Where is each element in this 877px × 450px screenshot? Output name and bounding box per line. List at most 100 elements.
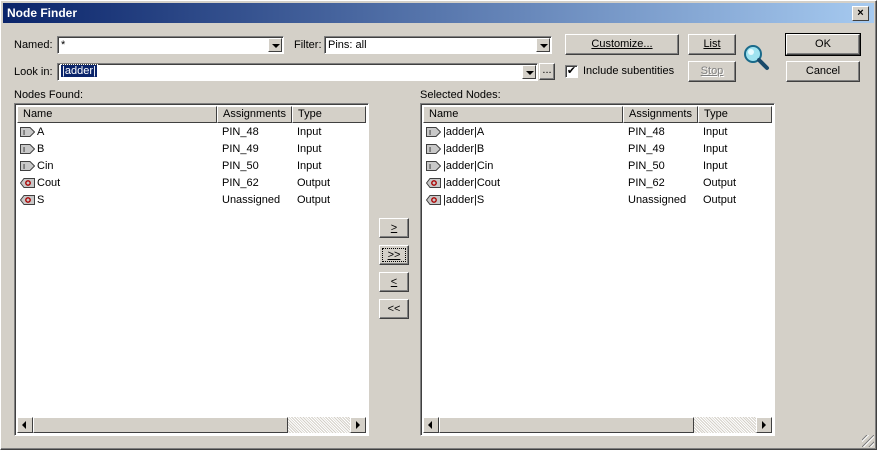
filter-label: Filter: <box>294 39 322 51</box>
customize-button[interactable]: Customize... <box>565 34 679 55</box>
column-header-type[interactable]: Type <box>292 106 366 123</box>
filter-combobox[interactable]: Pins: all <box>324 36 552 54</box>
svg-text:I: I <box>23 163 25 171</box>
column-header-assignments[interactable]: Assignments <box>623 106 698 123</box>
node-assignment: Unassigned <box>222 194 281 206</box>
list-button[interactable]: List <box>688 34 736 55</box>
svg-text:I: I <box>429 163 431 171</box>
table-row[interactable]: I |adder|Cin PIN_50 Input <box>423 158 772 175</box>
customize-label: Customize... <box>591 38 653 50</box>
scroll-right-icon[interactable] <box>756 417 772 433</box>
remove-one-label: < <box>390 276 398 288</box>
browse-button[interactable]: ... <box>539 63 555 80</box>
scroll-thumb[interactable] <box>33 417 288 433</box>
chevron-down-icon[interactable] <box>522 65 536 79</box>
node-name: Cout <box>37 177 61 189</box>
output-pin-icon <box>20 195 35 205</box>
table-row[interactable]: |adder|Cout PIN_62 Output <box>423 175 772 192</box>
svg-text:I: I <box>429 129 431 137</box>
search-icon <box>744 45 769 70</box>
node-assignment: PIN_50 <box>222 160 259 172</box>
input-pin-icon: I <box>426 144 441 154</box>
input-pin-icon: I <box>20 144 35 154</box>
svg-text:I: I <box>23 129 25 137</box>
table-row[interactable]: S Unassigned Output <box>17 192 366 209</box>
node-assignment: PIN_50 <box>628 160 665 172</box>
node-type: Output <box>703 194 737 206</box>
resize-grip-icon[interactable] <box>862 435 874 447</box>
node-type: Input <box>297 126 322 138</box>
node-finder-dialog: Node Finder × Named: * Filter: Pins: all… <box>0 0 877 450</box>
table-row[interactable]: I B PIN_49 Input <box>17 141 366 158</box>
table-row[interactable]: I A PIN_48 Input <box>17 124 366 141</box>
named-combobox[interactable]: * <box>57 36 284 54</box>
svg-text:I: I <box>429 146 431 154</box>
stop-label: Stop <box>700 65 724 77</box>
include-subentities-checkbox[interactable]: ✔ <box>565 65 578 78</box>
column-header-name[interactable]: Name <box>17 106 217 123</box>
node-assignment: PIN_49 <box>222 143 259 155</box>
scroll-right-icon[interactable] <box>350 417 366 433</box>
node-name: |adder|A <box>443 126 485 138</box>
title-bar: Node Finder × <box>3 3 874 23</box>
lookin-combobox[interactable]: |adder| <box>57 63 538 81</box>
column-header-type[interactable]: Type <box>698 106 772 123</box>
node-name: |adder|B <box>443 143 485 155</box>
stop-button[interactable]: Stop <box>688 61 736 82</box>
output-pin-icon <box>20 178 35 188</box>
horizontal-scrollbar[interactable] <box>423 417 772 433</box>
output-pin-icon <box>426 195 441 205</box>
chevron-down-icon[interactable] <box>536 38 550 52</box>
add-all-button[interactable]: >> <box>379 245 409 265</box>
input-pin-icon: I <box>20 127 35 137</box>
input-pin-icon: I <box>426 127 441 137</box>
node-type: Input <box>703 126 728 138</box>
selected-nodes-list[interactable]: Name Assignments Type I |adder|A PIN_48 Inp… <box>420 103 775 436</box>
node-name: S <box>37 194 45 206</box>
node-name: |adder|Cout <box>443 177 501 189</box>
close-icon[interactable]: × <box>852 6 869 21</box>
table-row[interactable]: |adder|S Unassigned Output <box>423 192 772 209</box>
nodes-found-label: Nodes Found: <box>14 89 84 101</box>
filter-value: Pins: all <box>328 39 367 51</box>
selected-nodes-label: Selected Nodes: <box>420 89 501 101</box>
lookin-value: |adder| <box>60 64 98 78</box>
input-pin-icon: I <box>426 161 441 171</box>
table-row[interactable]: I Cin PIN_50 Input <box>17 158 366 175</box>
nodes-found-list[interactable]: Name Assignments Type I A PIN_48 Input I B PIN… <box>14 103 369 436</box>
column-header-name[interactable]: Name <box>423 106 623 123</box>
scroll-left-icon[interactable] <box>17 417 33 433</box>
table-row[interactable]: Cout PIN_62 Output <box>17 175 366 192</box>
node-type: Input <box>297 143 322 155</box>
named-label: Named: <box>14 39 53 51</box>
node-assignment: PIN_48 <box>628 126 665 138</box>
node-type: Input <box>297 160 322 172</box>
node-assignment: PIN_62 <box>222 177 259 189</box>
node-assignment: PIN_49 <box>628 143 665 155</box>
add-one-button[interactable]: > <box>379 218 409 238</box>
table-row[interactable]: I |adder|B PIN_49 Input <box>423 141 772 158</box>
ok-button[interactable]: OK <box>785 33 861 56</box>
horizontal-scrollbar[interactable] <box>17 417 366 433</box>
include-subentities-label: Include subentities <box>583 65 675 77</box>
remove-one-button[interactable]: < <box>379 272 409 292</box>
list-label: List <box>703 38 721 50</box>
scroll-thumb[interactable] <box>439 417 694 433</box>
input-pin-icon: I <box>20 161 35 171</box>
node-type: Output <box>297 177 331 189</box>
chevron-down-icon[interactable] <box>268 38 282 52</box>
node-name: |adder|Cin <box>443 160 494 172</box>
svg-text:I: I <box>23 146 25 154</box>
node-type: Input <box>703 143 728 155</box>
cancel-button[interactable]: Cancel <box>786 61 860 82</box>
node-type: Input <box>703 160 728 172</box>
node-name: |adder|S <box>443 194 485 206</box>
window-title: Node Finder <box>7 6 78 20</box>
add-all-label: >> <box>387 249 401 261</box>
table-row[interactable]: I |adder|A PIN_48 Input <box>423 124 772 141</box>
remove-all-button[interactable]: << <box>379 299 409 319</box>
scroll-left-icon[interactable] <box>423 417 439 433</box>
add-one-label: > <box>390 222 398 234</box>
column-header-assignments[interactable]: Assignments <box>217 106 292 123</box>
node-type: Output <box>297 194 331 206</box>
